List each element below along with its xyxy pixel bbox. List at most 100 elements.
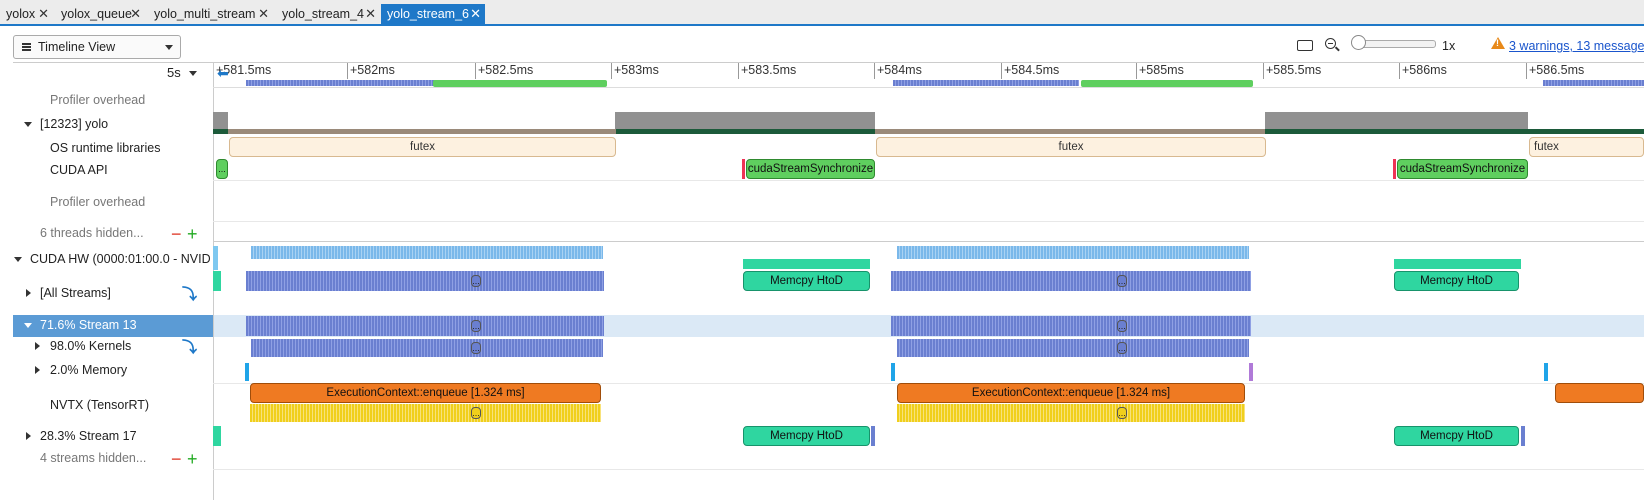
futex-event[interactable]: futex [876, 137, 1266, 157]
close-icon[interactable]: ✕ [38, 4, 49, 24]
close-icon[interactable]: ✕ [258, 4, 269, 24]
view-select[interactable]: Timeline View [13, 35, 181, 59]
ruler-label: +586.5ms [1529, 63, 1585, 77]
stream17-memcpy[interactable] [213, 426, 221, 446]
tab-yolox-queue[interactable]: yolox_queue ✕ [55, 4, 145, 24]
tab-yolo-multi-stream[interactable]: yolo_multi_stream ✕ [148, 4, 273, 24]
stream13-kernels[interactable] [891, 316, 1251, 336]
thread-state-block[interactable] [1265, 112, 1528, 130]
memcpy-htod-event[interactable]: Memcpy HtoD [743, 426, 870, 446]
keyboard-icon[interactable] [1297, 40, 1313, 51]
stream17-marker[interactable] [1521, 426, 1525, 446]
cuda-hw-memcpy[interactable] [743, 259, 870, 269]
cuda-stream-sync-event[interactable]: cudaStreamSynchronize [746, 159, 875, 179]
futex-event[interactable]: futex [229, 137, 616, 157]
plus-icon[interactable]: + [187, 225, 198, 243]
expand-icon[interactable] [26, 432, 31, 440]
tab-label: yolo_multi_stream [154, 7, 256, 21]
timeline-canvas[interactable]: +581.5ms ⬅ +582ms +582.5ms +583ms +583.5… [213, 63, 1644, 500]
arrow-left-icon[interactable]: ⬅ [217, 65, 229, 82]
row-kernels[interactable]: 98.0% Kernels [50, 339, 131, 353]
memcpy-htod-event[interactable]: Memcpy HtoD [1394, 426, 1519, 446]
plus-icon[interactable]: + [187, 450, 198, 468]
memory-event[interactable] [245, 363, 249, 381]
all-streams-kernels[interactable] [246, 271, 604, 291]
tab-yolo-stream-4[interactable]: yolo_stream_4 ✕ [276, 4, 380, 24]
expand-icon[interactable] [26, 289, 31, 297]
warnings-link[interactable]: 3 warnings, 13 messages [1509, 39, 1644, 53]
row-profiler-overhead-top: Profiler overhead [50, 93, 146, 107]
tab-label: yolox_queue [61, 7, 132, 21]
ruler-tick [611, 63, 612, 79]
row-nvtx[interactable]: NVTX (TensorRT) [50, 398, 149, 412]
row-stream-13[interactable]: 71.6% Stream 13 [40, 318, 137, 332]
row-process[interactable]: [12323] yolo [40, 117, 108, 131]
zoom-out-icon[interactable] [1325, 38, 1336, 49]
tab-label: yolo_stream_6 [387, 7, 469, 21]
memory-event[interactable] [1544, 363, 1548, 381]
cuda-stream-sync-event[interactable]: cudaStreamSynchronize [1397, 159, 1528, 179]
tab-yolox[interactable]: yolox ✕ [0, 4, 53, 24]
collapsed-ellipsis[interactable]: ... [471, 342, 481, 354]
time-scale-label[interactable]: 5s [167, 65, 181, 80]
minus-icon[interactable]: − [171, 225, 182, 243]
collapsed-ellipsis[interactable]: ... [1117, 342, 1127, 354]
zoom-slider-handle[interactable] [1351, 35, 1366, 50]
memcpy-htod-event[interactable]: Memcpy HtoD [1394, 271, 1519, 291]
stream17-marker[interactable] [871, 426, 875, 446]
nvtx-inner-ranges[interactable] [897, 404, 1245, 422]
kernel-events[interactable] [251, 339, 603, 357]
row-streams-hidden[interactable]: 4 streams hidden... [40, 451, 146, 465]
thread-state-block[interactable] [213, 112, 228, 130]
stream13-kernels[interactable] [246, 316, 604, 336]
minus-icon[interactable]: − [171, 450, 182, 468]
exec-enqueue-range[interactable] [1555, 383, 1644, 403]
exec-enqueue-range[interactable]: ExecutionContext::enqueue [1.324 ms] [250, 383, 601, 403]
futex-event[interactable]: futex [1529, 137, 1644, 157]
close-icon[interactable]: ✕ [130, 4, 141, 24]
collapse-icon[interactable] [24, 323, 32, 328]
collapse-icon[interactable] [14, 257, 22, 262]
cuda-api-event[interactable]: ... [216, 159, 228, 179]
toolbar: Timeline View 1x 3 warnings, 13 messages [0, 26, 1644, 62]
row-memory[interactable]: 2.0% Memory [50, 363, 127, 377]
expand-icon[interactable] [35, 366, 40, 374]
collapsed-ellipsis[interactable]: ... [471, 407, 481, 419]
collapsed-ellipsis[interactable]: ... [1117, 275, 1127, 287]
cuda-hw-activity[interactable] [251, 246, 603, 259]
cuda-hw-activity[interactable] [213, 246, 218, 270]
row-cuda-api[interactable]: CUDA API [50, 163, 108, 177]
thread-state-block[interactable] [615, 112, 875, 130]
row-all-streams[interactable]: [All Streams] [40, 286, 111, 300]
tab-yolo-stream-6[interactable]: yolo_stream_6 ✕ [381, 4, 485, 26]
close-icon[interactable]: ✕ [365, 4, 376, 24]
row-stream-17[interactable]: 28.3% Stream 17 [40, 429, 137, 443]
all-streams-memcpy[interactable] [213, 271, 221, 291]
timeline-view: 5s Profiler overhead [12323] yolo OS run… [13, 62, 1644, 500]
exec-enqueue-range[interactable]: ExecutionContext::enqueue [1.324 ms] [897, 383, 1245, 403]
row-divider [213, 241, 1644, 242]
ruler-label: +585ms [1139, 63, 1184, 77]
nvtx-inner-ranges[interactable] [250, 404, 601, 422]
collapsed-ellipsis[interactable]: ... [1117, 407, 1127, 419]
collapsed-ellipsis[interactable]: ... [1117, 320, 1127, 332]
collapsed-ellipsis[interactable]: ... [471, 275, 481, 287]
close-icon[interactable]: ✕ [470, 4, 481, 24]
memory-event[interactable] [891, 363, 895, 381]
kernel-events[interactable] [897, 339, 1249, 357]
chevron-down-icon[interactable] [189, 71, 197, 76]
zoom-slider-track[interactable] [1356, 40, 1436, 48]
jump-arrow-icon[interactable]: ⤵ [182, 283, 197, 304]
collapsed-ellipsis[interactable]: ... [471, 320, 481, 332]
expand-icon[interactable] [35, 342, 40, 350]
cuda-hw-activity[interactable] [897, 246, 1249, 259]
memcpy-htod-event[interactable]: Memcpy HtoD [743, 271, 870, 291]
cuda-hw-memcpy[interactable] [1394, 259, 1521, 269]
jump-arrow-icon[interactable]: ⤵ [182, 336, 197, 357]
collapse-icon[interactable] [24, 122, 32, 127]
memory-event[interactable] [1249, 363, 1253, 381]
row-os-runtime[interactable]: OS runtime libraries [50, 141, 160, 155]
row-cuda-hw[interactable]: CUDA HW (0000:01:00.0 - NVIDI [30, 252, 210, 266]
all-streams-kernels[interactable] [891, 271, 1251, 291]
row-threads-hidden[interactable]: 6 threads hidden... [40, 226, 144, 240]
